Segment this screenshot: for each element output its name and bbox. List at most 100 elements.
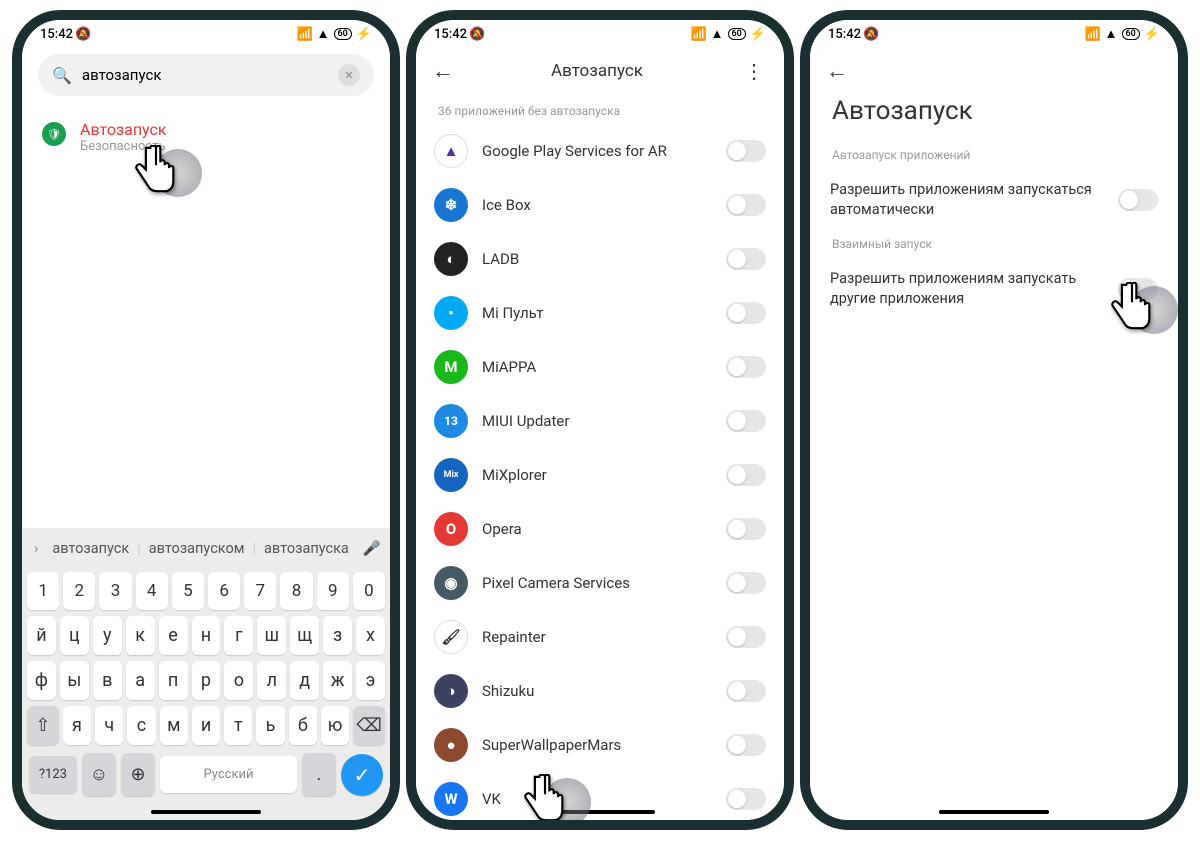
key[interactable]: т	[224, 706, 252, 745]
key[interactable]: ь	[256, 706, 284, 745]
key[interactable]: 8	[280, 572, 312, 610]
key[interactable]: д	[290, 661, 319, 700]
toggle[interactable]	[726, 572, 766, 594]
toggle[interactable]	[726, 356, 766, 378]
toggle[interactable]	[726, 518, 766, 540]
key[interactable]: 6	[208, 572, 240, 610]
key[interactable]: п	[159, 661, 188, 700]
key[interactable]: 4	[136, 572, 168, 610]
home-indicator[interactable]	[545, 810, 655, 814]
result-title: Автозапуск	[80, 120, 167, 139]
key[interactable]: э	[356, 661, 385, 700]
key[interactable]: к	[126, 616, 155, 655]
setting-chain-start[interactable]: Разрешить приложениям запускать другие п…	[810, 257, 1178, 320]
home-indicator[interactable]	[939, 810, 1049, 814]
key[interactable]: 7	[244, 572, 276, 610]
app-row[interactable]: OOpera	[428, 502, 772, 556]
enter-key[interactable]: ✓	[341, 754, 383, 796]
key[interactable]: з	[323, 616, 352, 655]
key[interactable]: ж	[323, 661, 352, 700]
key[interactable]: ю	[321, 706, 349, 745]
toggle[interactable]	[726, 140, 766, 162]
app-row[interactable]: •Mi Пульт	[428, 286, 772, 340]
app-icon: ●	[434, 728, 468, 762]
key[interactable]: 9	[317, 572, 349, 610]
key[interactable]: л	[257, 661, 286, 700]
statusbar: 15:42🔕 📶 ▲ 60 ⚡	[416, 20, 784, 44]
more-icon[interactable]: ⋮	[740, 59, 768, 83]
key[interactable]: е	[159, 616, 188, 655]
app-row[interactable]: MixMiXplorer	[428, 448, 772, 502]
key[interactable]: н	[192, 616, 221, 655]
toggle[interactable]	[726, 194, 766, 216]
key[interactable]: 5	[172, 572, 204, 610]
key[interactable]: о	[224, 661, 253, 700]
shift-key[interactable]: ⇧	[27, 706, 59, 745]
app-row[interactable]: 13MIUI Updater	[428, 394, 772, 448]
key[interactable]: 3	[99, 572, 131, 610]
emoji-key[interactable]: ☺	[82, 753, 116, 796]
toggle[interactable]	[726, 410, 766, 432]
toggle[interactable]	[1118, 189, 1158, 211]
keyboard[interactable]: › автозапуск| автозапуском| автозапуска …	[22, 528, 390, 820]
toggle[interactable]	[726, 464, 766, 486]
key[interactable]: ч	[95, 706, 123, 745]
search-input[interactable]	[82, 66, 338, 84]
setting-auto-start[interactable]: Разрешить приложениям запускаться автома…	[810, 168, 1178, 231]
key[interactable]: ш	[257, 616, 286, 655]
app-row[interactable]: ❄Ice Box	[428, 178, 772, 232]
globe-key[interactable]: ⊕	[121, 753, 155, 796]
toggle[interactable]	[726, 680, 766, 702]
key[interactable]: 0	[353, 572, 385, 610]
suggestion[interactable]: автозапуска	[258, 536, 355, 561]
app-row[interactable]: ●SuperWallpaperMars	[428, 718, 772, 772]
toggle[interactable]	[726, 302, 766, 324]
mic-icon[interactable]: 🎤	[357, 540, 387, 557]
app-row[interactable]: ▲Google Play Services for AR	[428, 124, 772, 178]
app-icon: 13	[434, 404, 468, 438]
toggle[interactable]	[726, 248, 766, 270]
toggle[interactable]	[726, 734, 766, 756]
key[interactable]: у	[93, 616, 122, 655]
key[interactable]: 2	[63, 572, 95, 610]
home-indicator[interactable]	[151, 810, 261, 814]
key[interactable]: г	[224, 616, 253, 655]
period-key[interactable]: .	[302, 753, 336, 796]
key[interactable]: 1	[27, 572, 59, 610]
key[interactable]: в	[93, 661, 122, 700]
expand-icon[interactable]: ›	[28, 540, 44, 557]
app-row[interactable]: ◑Shizuku	[428, 664, 772, 718]
app-row[interactable]: MMiAPPA	[428, 340, 772, 394]
toggle[interactable]	[726, 788, 766, 810]
key[interactable]: и	[192, 706, 220, 745]
app-row[interactable]: ◉Pixel Camera Services	[428, 556, 772, 610]
key[interactable]: й	[27, 616, 56, 655]
key[interactable]: а	[126, 661, 155, 700]
key[interactable]: ц	[60, 616, 89, 655]
key[interactable]: с	[127, 706, 155, 745]
space-key[interactable]: Русский	[160, 756, 297, 793]
search-bar[interactable]: 🔍 ✕	[38, 54, 374, 96]
key[interactable]: х	[356, 616, 385, 655]
backspace-key[interactable]: ⌫	[353, 706, 385, 745]
search-result[interactable]: 🛡 Автозапуск Безопасность	[22, 106, 390, 168]
key[interactable]: я	[63, 706, 91, 745]
key[interactable]: щ	[290, 616, 319, 655]
key[interactable]: ы	[60, 661, 89, 700]
key[interactable]: р	[192, 661, 221, 700]
key[interactable]: м	[160, 706, 188, 745]
back-icon[interactable]: ←	[826, 58, 848, 84]
key[interactable]: б	[289, 706, 317, 745]
back-icon[interactable]: ←	[432, 58, 454, 84]
numeric-key[interactable]: ?123	[29, 756, 77, 793]
app-row[interactable]: ◐LADB	[428, 232, 772, 286]
app-row[interactable]: 🖌Repainter	[428, 610, 772, 664]
suggestion[interactable]: автозапуском	[143, 536, 251, 561]
battery-icon: 60	[728, 28, 746, 40]
suggestion[interactable]: автозапуск	[46, 536, 135, 561]
clear-icon[interactable]: ✕	[338, 64, 360, 86]
toggle[interactable]	[726, 626, 766, 648]
statusbar: 15:42🔕 📶 ▲ 60 ⚡	[810, 20, 1178, 44]
toggle[interactable]	[1118, 278, 1158, 300]
key[interactable]: ф	[27, 661, 56, 700]
